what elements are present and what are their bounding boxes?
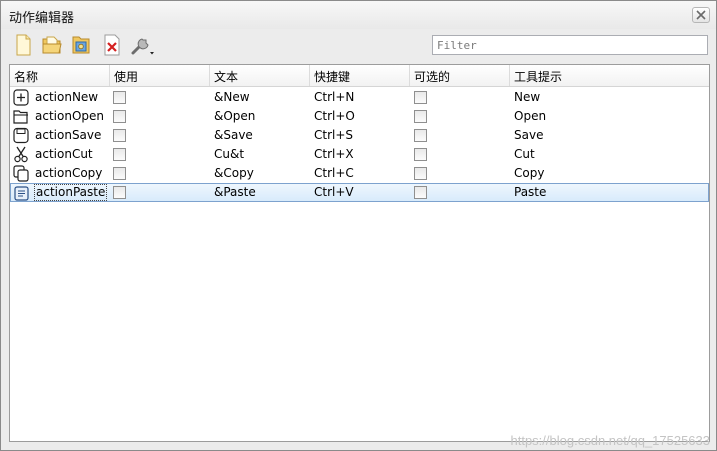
shortcut-cell: Ctrl+C (314, 166, 354, 180)
column-header-shortcut[interactable]: 快捷键 (310, 65, 410, 86)
column-header-used[interactable]: 使用 (110, 65, 210, 86)
shortcut-cell: Ctrl+O (314, 109, 355, 123)
open-icon (13, 110, 28, 124)
name-cell: actionNew (10, 88, 110, 107)
used-checkbox[interactable] (113, 186, 126, 199)
tooltip-cell: Copy (514, 166, 545, 180)
table-row[interactable]: actionNew &New Ctrl+N New (10, 88, 709, 107)
name-cell: actionSave (10, 126, 110, 145)
name-cell: actionCut (10, 145, 110, 164)
action-name: actionPaste (33, 184, 108, 201)
shortcut-cell: Ctrl+S (314, 128, 354, 142)
table-row[interactable]: actionOpen &Open Ctrl+O Open (10, 107, 709, 126)
checkable-checkbox[interactable] (414, 148, 427, 161)
tooltip-cell: Paste (514, 185, 547, 199)
delete-action-button[interactable] (100, 33, 124, 57)
new-document-icon (16, 34, 31, 56)
checkable-checkbox[interactable] (414, 186, 427, 199)
shortcut-cell: Ctrl+X (314, 147, 354, 161)
cut-icon (14, 146, 28, 163)
column-header-tooltip[interactable]: 工具提示 (510, 65, 709, 86)
table-row[interactable]: actionCopy &Copy Ctrl+C Copy (10, 164, 709, 183)
text-cell: &New (214, 90, 250, 104)
used-checkbox[interactable] (113, 167, 126, 180)
tooltip-cell: Open (514, 109, 547, 123)
shortcut-cell: Ctrl+N (314, 90, 355, 104)
action-name: actionNew (35, 90, 99, 104)
filter-input[interactable] (432, 35, 708, 55)
action-name: actionSave (35, 128, 102, 142)
checkable-checkbox[interactable] (414, 167, 427, 180)
action-editor-window: 动作编辑器 Filter 名称 使用 文本 快捷键 可选的 工具提示 actio… (0, 0, 717, 451)
table-row[interactable]: actionCut Cu&t Ctrl+X Cut (10, 145, 709, 164)
watermark-text: https://blog.csdn.net/qq_17525633 (510, 433, 711, 448)
action-name: actionOpen (35, 109, 104, 123)
name-cell: actionPaste (11, 184, 111, 203)
copy-icon (13, 165, 29, 182)
used-checkbox[interactable] (113, 129, 126, 142)
checkable-checkbox[interactable] (414, 91, 427, 104)
name-cell: actionCopy (10, 164, 110, 183)
action-table: 名称 使用 文本 快捷键 可选的 工具提示 actionNew &New Ctr… (9, 64, 710, 442)
text-cell: &Open (214, 109, 256, 123)
open-action-button[interactable] (40, 33, 64, 57)
new-icon (13, 89, 29, 106)
column-header-text[interactable]: 文本 (210, 65, 310, 86)
toolbar (7, 31, 710, 61)
text-cell: &Paste (214, 185, 256, 199)
save-icon (13, 127, 29, 144)
checkable-checkbox[interactable] (414, 110, 427, 123)
table-row-selected[interactable]: actionPaste &Paste Ctrl+V Paste (10, 183, 709, 202)
checkable-checkbox[interactable] (414, 129, 427, 142)
text-cell: Cu&t (214, 147, 245, 161)
text-cell: &Save (214, 128, 253, 142)
used-checkbox[interactable] (113, 91, 126, 104)
open-folder-icon (42, 36, 62, 54)
name-cell: actionOpen (10, 107, 110, 126)
window-title: 动作编辑器 (9, 11, 75, 26)
new-action-button[interactable] (11, 33, 35, 57)
table-row[interactable]: actionSave &Save Ctrl+S Save (10, 126, 709, 145)
close-button[interactable] (692, 7, 710, 23)
tooltip-cell: Cut (514, 147, 535, 161)
close-icon (696, 10, 706, 20)
action-name: actionCut (35, 147, 93, 161)
paste-icon (14, 186, 29, 201)
action-name: actionCopy (35, 166, 103, 180)
configure-wrench-icon (131, 38, 154, 55)
used-checkbox[interactable] (113, 148, 126, 161)
used-checkbox[interactable] (113, 110, 126, 123)
configure-menu-button[interactable] (129, 33, 157, 57)
column-header-name[interactable]: 名称 (10, 65, 110, 86)
shortcut-cell: Ctrl+V (314, 185, 354, 199)
text-cell: &Copy (214, 166, 254, 180)
title-bar[interactable]: 动作编辑器 (1, 1, 716, 29)
tooltip-cell: Save (514, 128, 544, 142)
column-header-checkable[interactable]: 可选的 (410, 65, 510, 86)
edit-action-icon (72, 36, 90, 54)
tooltip-cell: New (514, 90, 541, 104)
table-header: 名称 使用 文本 快捷键 可选的 工具提示 (10, 65, 709, 87)
delete-icon (104, 34, 120, 56)
edit-action-button[interactable] (69, 33, 93, 57)
